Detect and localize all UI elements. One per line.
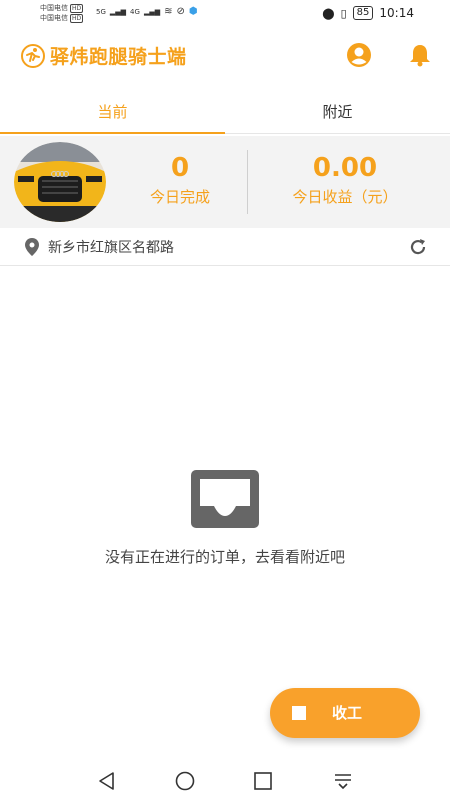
refresh-icon[interactable] — [408, 237, 428, 257]
sync-icon: ⊘ — [176, 6, 185, 17]
stats-panel: 0 今日完成 0.00 今日收益（元） — [0, 136, 450, 228]
home-icon[interactable] — [174, 770, 196, 792]
bell-icon[interactable] — [407, 42, 433, 68]
user-circle-icon[interactable] — [346, 42, 372, 68]
status-right: ⬤ ▯ 85 10:14 — [322, 6, 414, 20]
clock-off-label: 收工 — [332, 704, 363, 722]
carrier-1: 中国电信 — [40, 4, 68, 12]
tab-bar: 当前 附近 — [0, 90, 450, 134]
runner-logo-icon — [21, 43, 45, 68]
stop-icon — [292, 706, 306, 720]
network-5g: 5G — [96, 7, 106, 16]
vibrate-icon: ▯ — [340, 6, 347, 20]
completed-label: 今日完成 — [149, 188, 210, 206]
earnings-value: 0.00 — [312, 153, 378, 183]
network-4g: 4G — [130, 7, 140, 16]
system-nav-bar — [0, 760, 450, 800]
shield-icon: ⬢ — [188, 6, 198, 17]
signal-icon: ▂▄▆ — [109, 7, 127, 16]
battery-indicator: 85 — [352, 6, 374, 20]
location-pin-icon — [25, 238, 39, 256]
wifi-icon: ≋ — [164, 6, 173, 17]
app-header: 驿炜跑腿骑士端 — [0, 32, 450, 78]
back-icon[interactable] — [96, 770, 118, 792]
today-earnings: 0.00 今日收益（元） — [265, 152, 425, 208]
inbox-icon — [191, 470, 259, 528]
clock: 10:14 — [379, 6, 414, 20]
app-title: 驿炜跑腿骑士端 — [50, 46, 187, 68]
earnings-label: 今日收益（元） — [292, 188, 398, 206]
location-status-icon: ⬤ — [322, 6, 335, 20]
carrier-info: 中国电信 HD 中国电信 HD — [40, 3, 84, 23]
hd-badge: HD — [70, 3, 84, 13]
empty-state-message: 没有正在进行的订单，去看看附近吧 — [104, 548, 345, 566]
location-bar: 新乡市红旗区名都路 — [0, 228, 450, 266]
carrier-2: 中国电信 — [40, 14, 68, 22]
completed-value: 0 — [170, 153, 190, 183]
signal-icon-2: ▂▄▆ — [143, 7, 161, 16]
avatar[interactable] — [14, 142, 106, 222]
tab-current[interactable]: 当前 — [0, 90, 225, 134]
clock-off-button[interactable]: 收工 — [270, 688, 420, 738]
status-bar: 中国电信 HD 中国电信 HD 5G ▂▄▆ 4G ▂▄▆ ≋ ⊘ ⬢ ⬤ ▯ 85… — [0, 0, 450, 28]
stats-divider — [247, 150, 248, 214]
notification-shade-icon[interactable] — [332, 770, 354, 792]
network-indicators: 5G ▂▄▆ 4G ▂▄▆ ≋ ⊘ ⬢ — [96, 6, 198, 17]
today-completed: 0 今日完成 — [130, 152, 230, 208]
recent-apps-icon[interactable] — [252, 770, 274, 792]
hd-badge-2: HD — [70, 13, 84, 23]
brand: 驿炜跑腿骑士端 — [20, 42, 187, 69]
tab-nearby[interactable]: 附近 — [225, 90, 450, 133]
current-address: 新乡市红旗区名都路 — [48, 240, 174, 256]
